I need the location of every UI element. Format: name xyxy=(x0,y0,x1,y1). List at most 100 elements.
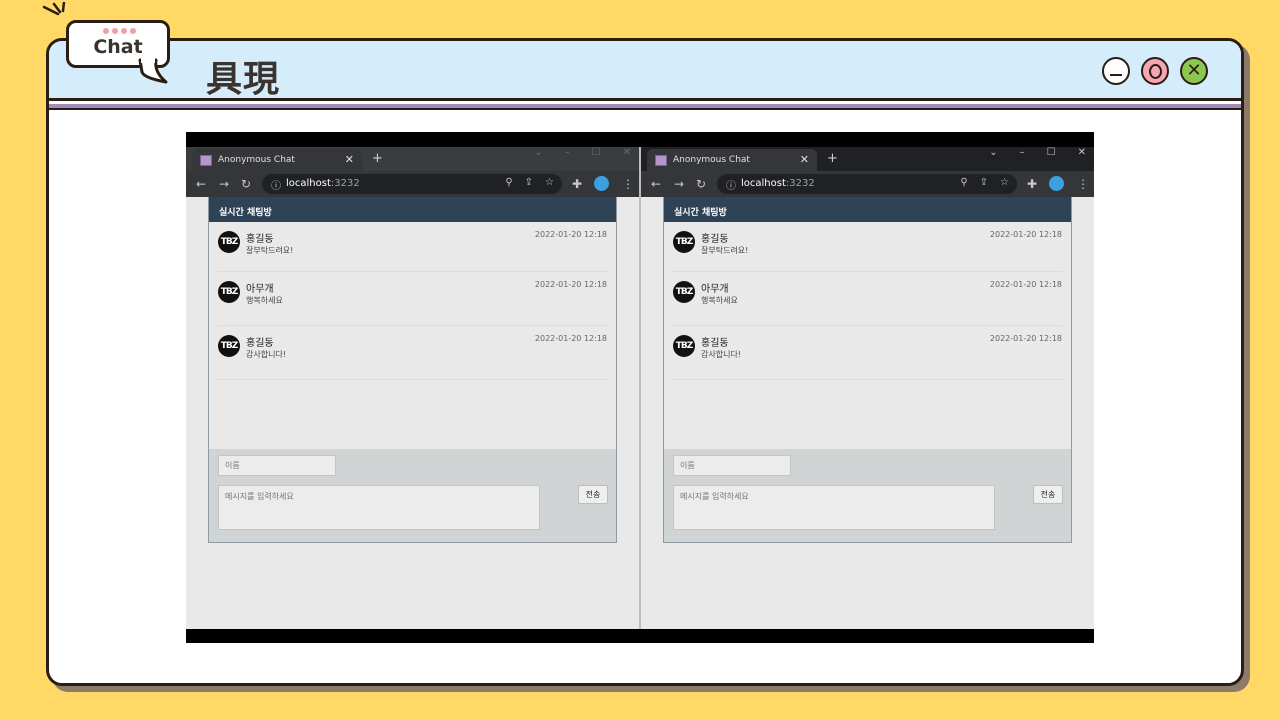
message-list: TBZ 홍길동 잘부탁드려요! 2022-01-20 12:18 TBZ 아무개… xyxy=(664,222,1071,449)
header-stripe xyxy=(49,104,1241,110)
message-author: 홍길동 xyxy=(246,234,274,245)
message-list: TBZ 홍길동 잘부탁드려요! 2022-01-20 12:18 TBZ 아무개… xyxy=(209,222,616,449)
browser-tab[interactable]: Anonymous Chat ✕ xyxy=(192,149,362,171)
slide-title: 具現 xyxy=(206,59,281,100)
avatar: TBZ xyxy=(673,335,695,357)
list-item: TBZ 홍길동 잘부탁드려요! 2022-01-20 12:18 xyxy=(672,222,1063,272)
message-author: 홍길동 xyxy=(701,234,729,245)
zoom-icon[interactable]: ⚲ xyxy=(960,177,967,188)
compose-area: 전송 xyxy=(209,449,616,542)
zoom-icon[interactable]: ⚲ xyxy=(505,177,512,188)
url-text: localhost:3232 xyxy=(741,178,815,189)
back-icon[interactable]: ← xyxy=(196,177,206,191)
chat-panel: 실시간 채팅방 TBZ 홍길동 잘부탁드려요! 2022-01-20 12:18… xyxy=(663,197,1072,543)
message-input[interactable] xyxy=(673,485,995,530)
browser-window-left: Anonymous Chat ✕ + ⌄ – ☐ ✕ ← → ↻ ⓘ local… xyxy=(186,147,639,629)
window-close-icon[interactable]: ✕ xyxy=(1078,147,1086,158)
avatar: TBZ xyxy=(673,231,695,253)
message-time: 2022-01-20 12:18 xyxy=(989,334,1062,343)
name-input[interactable] xyxy=(218,455,336,476)
message-author: 아무개 xyxy=(246,284,274,295)
tab-close-icon[interactable]: ✕ xyxy=(800,153,809,166)
tab-title: Anonymous Chat xyxy=(673,155,750,165)
forward-icon[interactable]: → xyxy=(674,177,684,191)
extension-icon[interactable]: ✚ xyxy=(1027,177,1037,191)
list-item: TBZ 홍길동 잘부탁드려요! 2022-01-20 12:18 xyxy=(217,222,608,272)
avatar: TBZ xyxy=(218,335,240,357)
address-bar[interactable]: ⓘ localhost:3232 ⚲ ⇪ ☆ xyxy=(717,174,1017,194)
message-time: 2022-01-20 12:18 xyxy=(534,334,607,343)
extension-icon[interactable]: ✚ xyxy=(572,177,582,191)
new-tab-icon[interactable]: + xyxy=(827,151,838,166)
menu-icon[interactable]: ⋮ xyxy=(1077,177,1089,191)
message-text: 잘부탁드려요! xyxy=(246,246,294,255)
tab-bar: Anonymous Chat ✕ + ⌄ – ☐ ✕ xyxy=(641,147,1094,171)
share-icon[interactable]: ⇪ xyxy=(980,177,988,188)
sticker-label: Chat xyxy=(93,36,143,58)
tab-close-icon[interactable]: ✕ xyxy=(345,153,354,166)
window-maximize-icon[interactable]: ☐ xyxy=(592,147,601,158)
new-tab-icon[interactable]: + xyxy=(372,151,383,166)
message-text: 행복하세요 xyxy=(701,296,738,305)
browser-toolbar: ← → ↻ ⓘ localhost:3232 ⚲ ⇪ ☆ ✚ ⋮ xyxy=(641,171,1094,197)
tab-bar: Anonymous Chat ✕ + ⌄ – ☐ ✕ xyxy=(186,147,639,171)
send-button[interactable]: 전송 xyxy=(578,485,608,504)
message-text: 감사합니다! xyxy=(701,350,742,359)
profile-avatar[interactable] xyxy=(1049,176,1064,191)
screenshot: Anonymous Chat ✕ + ⌄ – ☐ ✕ ← → ↻ ⓘ local… xyxy=(186,132,1094,643)
window-maximize-icon[interactable]: ☐ xyxy=(1047,147,1056,158)
browser-tab[interactable]: Anonymous Chat ✕ xyxy=(647,149,817,171)
message-author: 아무개 xyxy=(701,284,729,295)
browser-toolbar: ← → ↻ ⓘ localhost:3232 ⚲ ⇪ ☆ ✚ ⋮ xyxy=(186,171,639,197)
slide-header: 具現 ✕ xyxy=(49,41,1241,101)
window-controls: ⌄ – ☐ ✕ xyxy=(534,147,631,158)
dots-icon xyxy=(103,28,136,34)
tab-title: Anonymous Chat xyxy=(218,155,295,165)
star-icon[interactable]: ☆ xyxy=(1000,177,1009,188)
forward-icon[interactable]: → xyxy=(219,177,229,191)
reload-icon[interactable]: ↻ xyxy=(241,177,251,191)
send-button[interactable]: 전송 xyxy=(1033,485,1063,504)
url-text: localhost:3232 xyxy=(286,178,360,189)
share-icon[interactable]: ⇪ xyxy=(525,177,533,188)
info-icon[interactable]: ⓘ xyxy=(271,177,281,192)
message-text: 행복하세요 xyxy=(246,296,283,305)
speech-tail-icon xyxy=(138,58,168,84)
chat-header: 실시간 채팅방 xyxy=(209,197,616,222)
list-item: TBZ 아무개 행복하세요 2022-01-20 12:18 xyxy=(217,272,608,326)
back-icon[interactable]: ← xyxy=(651,177,661,191)
message-text: 잘부탁드려요! xyxy=(701,246,749,255)
avatar: TBZ xyxy=(218,281,240,303)
compose-area: 전송 xyxy=(664,449,1071,542)
favicon-icon xyxy=(200,155,212,166)
window-controls: ⌄ – ☐ ✕ xyxy=(989,147,1086,158)
name-input[interactable] xyxy=(673,455,791,476)
address-bar[interactable]: ⓘ localhost:3232 ⚲ ⇪ ☆ xyxy=(262,174,562,194)
chat-panel: 실시간 채팅방 TBZ 홍길동 잘부탁드려요! 2022-01-20 12:18… xyxy=(208,197,617,543)
window-minimize-icon[interactable]: – xyxy=(1020,147,1025,158)
minimize-icon xyxy=(1102,57,1130,85)
reload-icon[interactable]: ↻ xyxy=(696,177,706,191)
avatar: TBZ xyxy=(218,231,240,253)
message-time: 2022-01-20 12:18 xyxy=(534,280,607,289)
list-item: TBZ 홍길동 감사합니다! 2022-01-20 12:18 xyxy=(217,326,608,380)
message-author: 홍길동 xyxy=(701,338,729,349)
message-author: 홍길동 xyxy=(246,338,274,349)
message-time: 2022-01-20 12:18 xyxy=(534,230,607,239)
window-close-icon[interactable]: ✕ xyxy=(623,147,631,158)
profile-avatar[interactable] xyxy=(594,176,609,191)
chevron-down-icon[interactable]: ⌄ xyxy=(534,147,542,158)
message-text: 감사합니다! xyxy=(246,350,287,359)
message-time: 2022-01-20 12:18 xyxy=(989,280,1062,289)
star-icon[interactable]: ☆ xyxy=(545,177,554,188)
browser-window-right: Anonymous Chat ✕ + ⌄ – ☐ ✕ ← → ↻ ⓘ local… xyxy=(641,147,1094,629)
menu-icon[interactable]: ⋮ xyxy=(622,177,634,191)
chat-header: 실시간 채팅방 xyxy=(664,197,1071,222)
message-input[interactable] xyxy=(218,485,540,530)
chevron-down-icon[interactable]: ⌄ xyxy=(989,147,997,158)
list-item: TBZ 홍길동 감사합니다! 2022-01-20 12:18 xyxy=(672,326,1063,380)
message-time: 2022-01-20 12:18 xyxy=(989,230,1062,239)
avatar: TBZ xyxy=(673,281,695,303)
info-icon[interactable]: ⓘ xyxy=(726,177,736,192)
window-minimize-icon[interactable]: – xyxy=(565,147,570,158)
